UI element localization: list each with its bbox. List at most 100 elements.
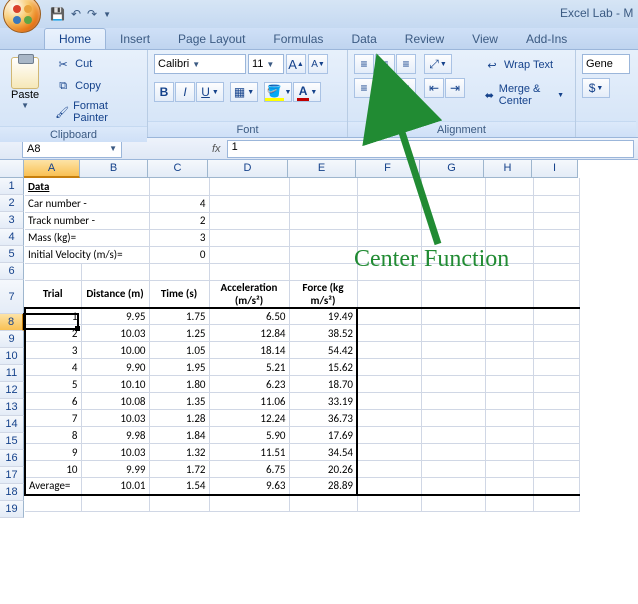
row-header-12[interactable]: 12 bbox=[0, 382, 24, 399]
row-header-11[interactable]: 11 bbox=[0, 365, 24, 382]
italic-button[interactable]: I bbox=[175, 82, 195, 102]
cell[interactable]: Data bbox=[25, 178, 149, 195]
cell[interactable]: 7 bbox=[25, 410, 81, 427]
bold-button[interactable]: B bbox=[154, 82, 174, 102]
cell[interactable]: 9.90 bbox=[81, 359, 149, 376]
fx-icon[interactable]: fx bbox=[212, 143, 221, 155]
cell[interactable] bbox=[533, 342, 579, 359]
cell[interactable] bbox=[357, 376, 421, 393]
cell[interactable]: Track number - bbox=[25, 212, 149, 229]
row-header-18[interactable]: 18 bbox=[0, 484, 24, 501]
column-header-E[interactable]: E bbox=[288, 160, 356, 178]
font-size-combo[interactable]: 11▼ bbox=[248, 54, 284, 74]
cell[interactable]: 9.63 bbox=[209, 478, 289, 495]
cell[interactable] bbox=[421, 461, 485, 478]
font-family-combo[interactable]: Calibri▼ bbox=[154, 54, 246, 74]
format-painter-button[interactable]: 🖌Format Painter bbox=[50, 98, 141, 126]
cell[interactable]: 17.69 bbox=[289, 427, 357, 444]
cell[interactable] bbox=[533, 461, 579, 478]
paste-button[interactable]: Paste ▼ bbox=[6, 54, 44, 113]
cell[interactable] bbox=[485, 342, 533, 359]
cell[interactable]: 3 bbox=[25, 342, 81, 359]
cell[interactable] bbox=[485, 427, 533, 444]
align-right-button[interactable]: ≡ bbox=[396, 78, 416, 98]
cell[interactable] bbox=[357, 461, 421, 478]
cell[interactable] bbox=[485, 410, 533, 427]
cell[interactable]: 5.21 bbox=[209, 359, 289, 376]
row-header-7[interactable]: 7 bbox=[0, 280, 24, 314]
cell[interactable]: 10 bbox=[25, 461, 81, 478]
cell[interactable] bbox=[149, 263, 209, 280]
align-center-button[interactable]: ≡ bbox=[375, 78, 395, 98]
cell[interactable]: 34.54 bbox=[289, 444, 357, 461]
cell[interactable] bbox=[421, 478, 485, 495]
cell[interactable] bbox=[421, 195, 485, 212]
cell[interactable]: 1.95 bbox=[149, 359, 209, 376]
cell[interactable] bbox=[421, 376, 485, 393]
cell[interactable]: 9.95 bbox=[81, 308, 149, 325]
cell[interactable]: 10.03 bbox=[81, 410, 149, 427]
cell[interactable]: 10.00 bbox=[81, 342, 149, 359]
cell[interactable]: 15.62 bbox=[289, 359, 357, 376]
increase-indent-button[interactable]: ⇥ bbox=[445, 78, 465, 98]
cell[interactable] bbox=[357, 342, 421, 359]
row-header-13[interactable]: 13 bbox=[0, 399, 24, 416]
cell[interactable] bbox=[533, 308, 579, 325]
select-all-corner[interactable] bbox=[0, 160, 24, 178]
cell[interactable] bbox=[357, 427, 421, 444]
cell[interactable]: Time (s) bbox=[149, 280, 209, 308]
cell[interactable]: 4 bbox=[25, 359, 81, 376]
cell[interactable] bbox=[421, 342, 485, 359]
cell[interactable] bbox=[533, 376, 579, 393]
qat-dropdown-icon[interactable]: ▼ bbox=[103, 10, 111, 19]
cell[interactable]: 6.75 bbox=[209, 461, 289, 478]
cell[interactable] bbox=[421, 308, 485, 325]
cell[interactable] bbox=[533, 280, 579, 308]
cell[interactable] bbox=[485, 280, 533, 308]
cell[interactable] bbox=[485, 178, 533, 195]
tab-review[interactable]: Review bbox=[391, 29, 458, 49]
cell[interactable] bbox=[485, 495, 533, 512]
cell[interactable]: 1 bbox=[25, 308, 81, 325]
cell[interactable] bbox=[485, 325, 533, 342]
cell[interactable] bbox=[149, 178, 209, 195]
cell[interactable]: 1.80 bbox=[149, 376, 209, 393]
cell[interactable] bbox=[81, 495, 149, 512]
column-header-G[interactable]: G bbox=[420, 160, 484, 178]
cell[interactable] bbox=[533, 229, 579, 246]
cell[interactable] bbox=[25, 263, 81, 280]
cell[interactable]: 20.26 bbox=[289, 461, 357, 478]
row-header-4[interactable]: 4 bbox=[0, 229, 24, 246]
row-header-16[interactable]: 16 bbox=[0, 450, 24, 467]
cell[interactable]: 10.10 bbox=[81, 376, 149, 393]
cell[interactable] bbox=[81, 263, 149, 280]
merge-center-button[interactable]: ⬌Merge & Center▼ bbox=[479, 80, 569, 110]
copy-button[interactable]: ⧉Copy bbox=[50, 76, 141, 96]
font-color-button[interactable]: A▼ bbox=[293, 82, 321, 102]
underline-button[interactable]: U▼ bbox=[196, 82, 224, 102]
name-box[interactable]: A8▼ bbox=[22, 140, 122, 158]
cells-grid[interactable]: DataCar number -4Track number -2Mass (kg… bbox=[24, 178, 580, 512]
cell[interactable]: 18.14 bbox=[209, 342, 289, 359]
cell[interactable]: 1.75 bbox=[149, 308, 209, 325]
cell[interactable] bbox=[357, 444, 421, 461]
row-header-10[interactable]: 10 bbox=[0, 348, 24, 365]
cell[interactable] bbox=[289, 212, 357, 229]
tab-addins[interactable]: Add-Ins bbox=[512, 29, 581, 49]
cell[interactable]: 5.90 bbox=[209, 427, 289, 444]
cell[interactable]: Distance (m) bbox=[81, 280, 149, 308]
cell[interactable] bbox=[289, 495, 357, 512]
cell[interactable] bbox=[533, 178, 579, 195]
row-header-8[interactable]: 8 bbox=[0, 314, 24, 331]
cell[interactable] bbox=[357, 393, 421, 410]
row-header-17[interactable]: 17 bbox=[0, 467, 24, 484]
row-header-5[interactable]: 5 bbox=[0, 246, 24, 263]
cell[interactable]: 9 bbox=[25, 444, 81, 461]
cell[interactable]: Initial Velocity (m/s)= bbox=[25, 246, 149, 263]
cell[interactable]: 6 bbox=[25, 393, 81, 410]
cell[interactable]: 8 bbox=[25, 427, 81, 444]
cell[interactable] bbox=[357, 229, 421, 246]
grow-font-button[interactable]: A▲ bbox=[286, 54, 306, 74]
cell[interactable]: 36.73 bbox=[289, 410, 357, 427]
cell[interactable] bbox=[485, 478, 533, 495]
